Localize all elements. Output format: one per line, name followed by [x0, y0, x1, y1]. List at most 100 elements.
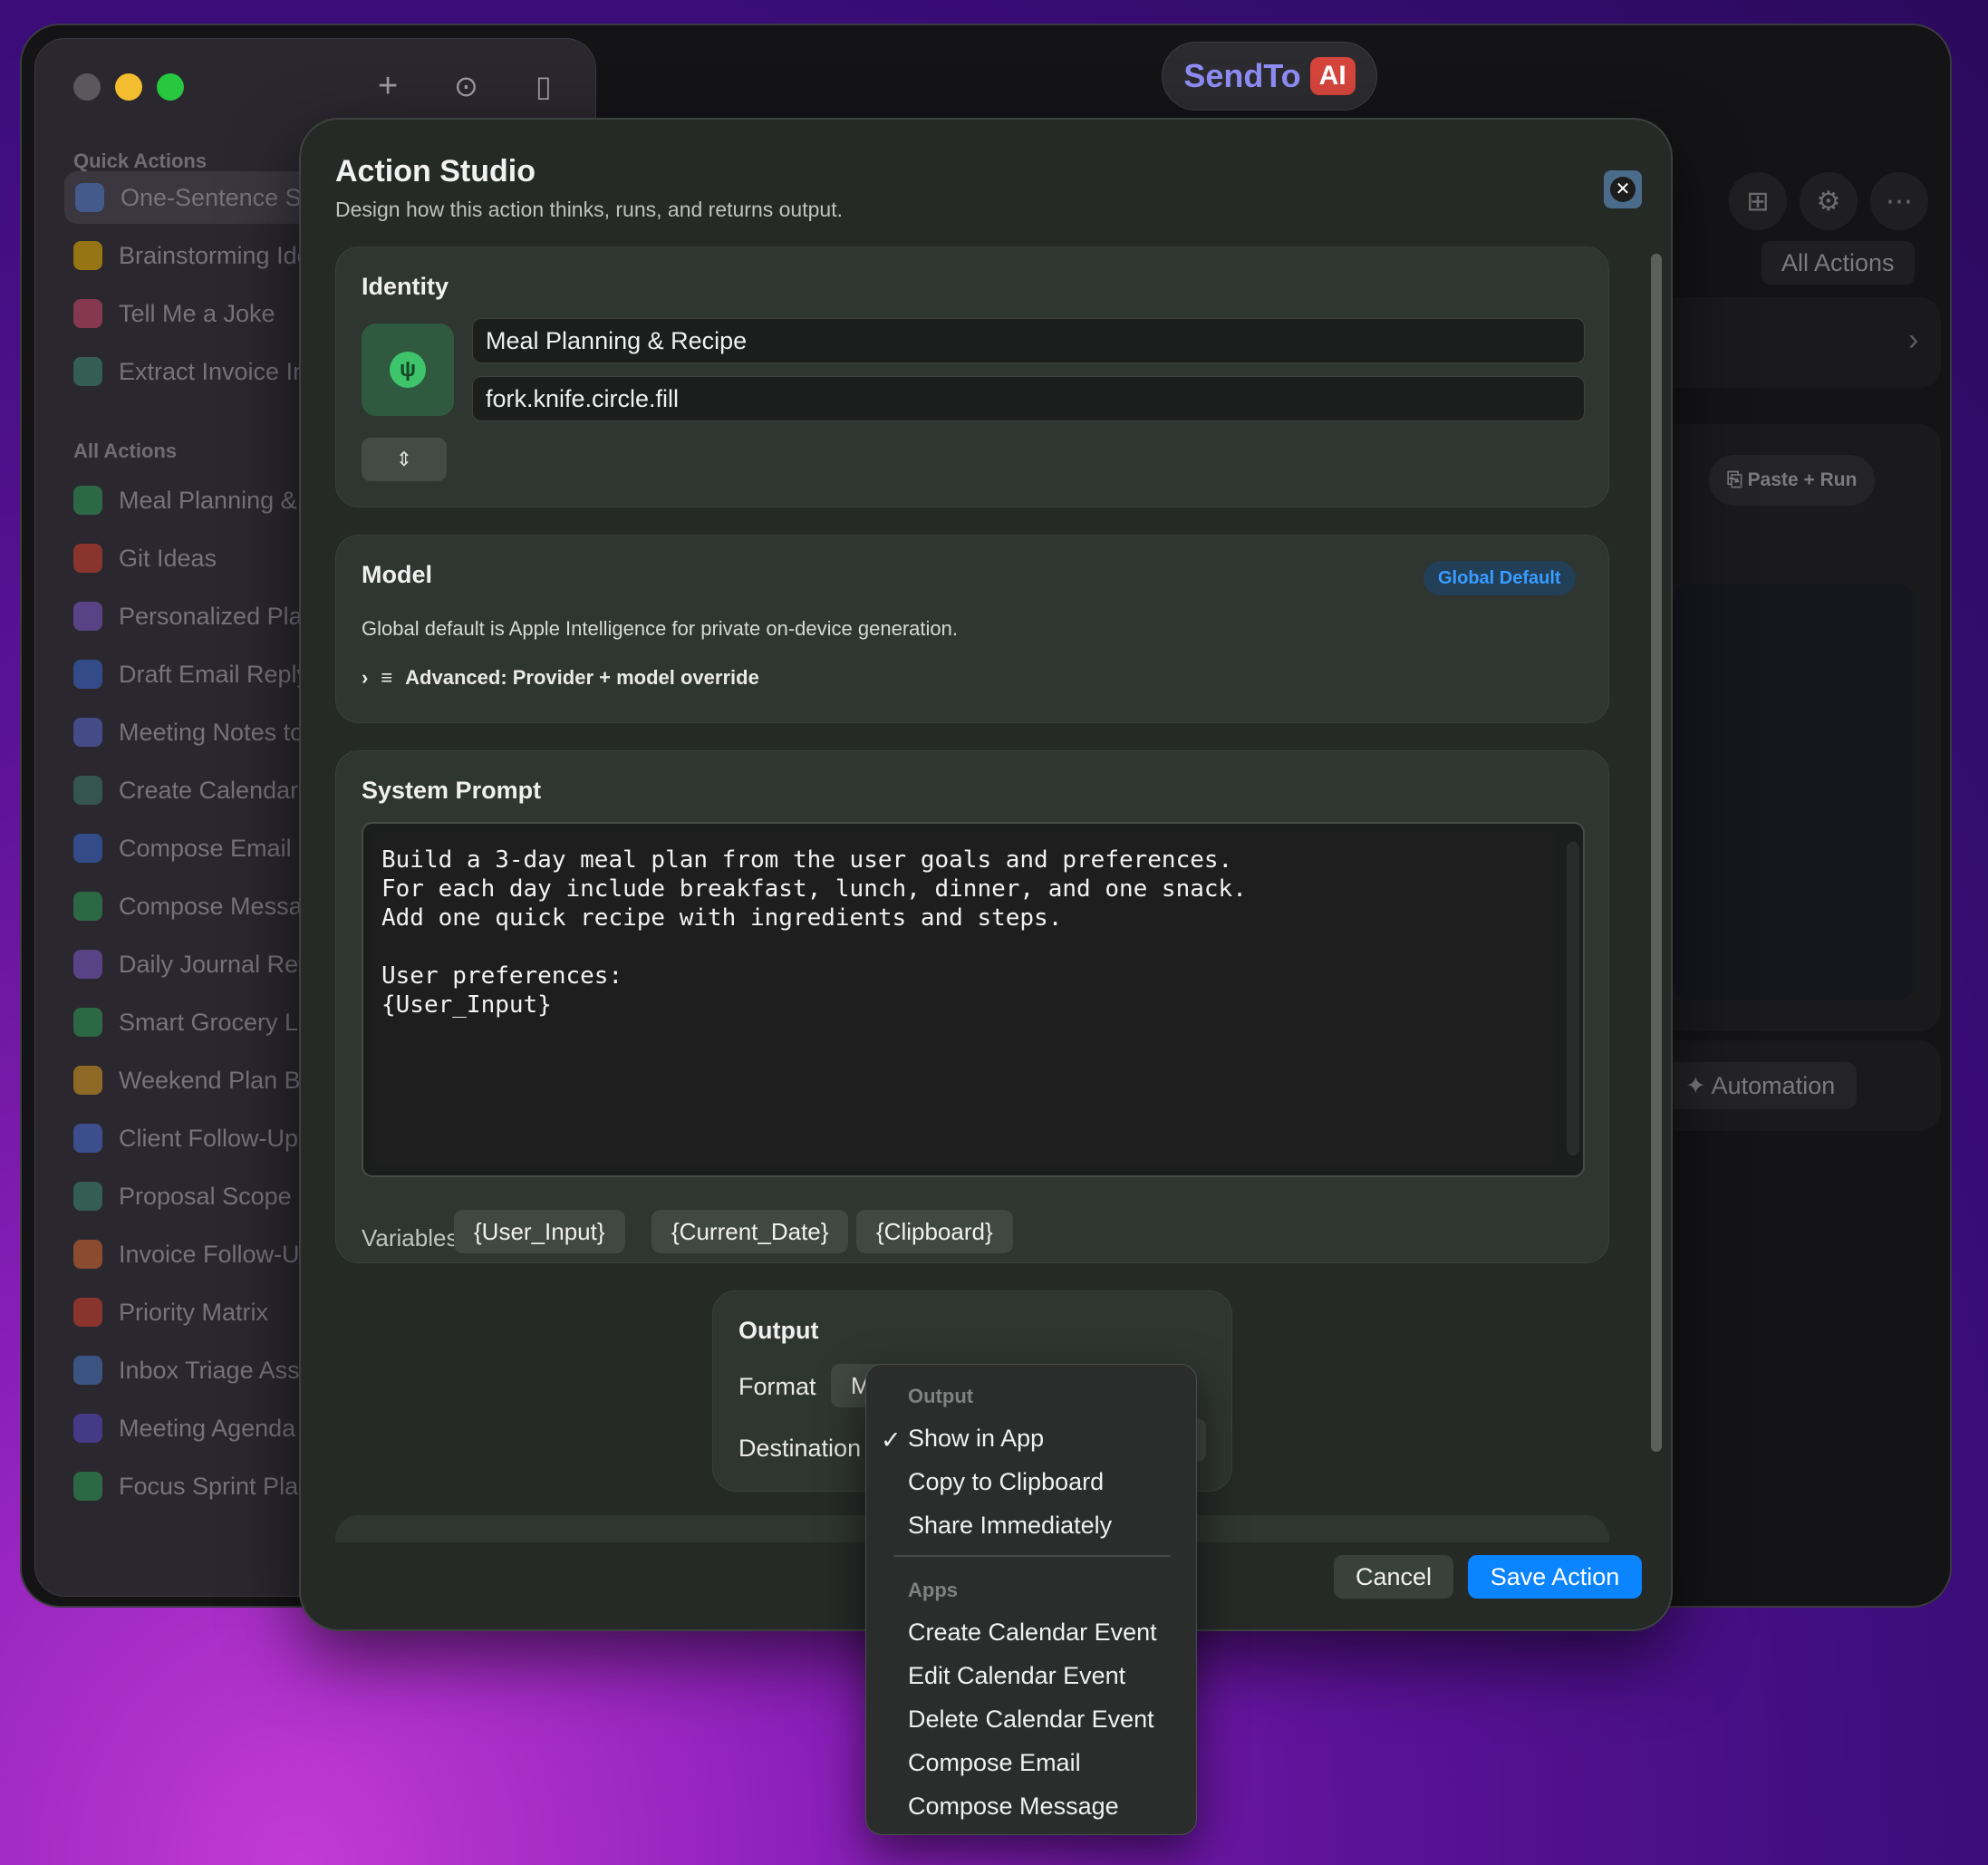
- add-icon[interactable]: +: [378, 68, 398, 104]
- action-icon: [73, 1240, 102, 1269]
- brand-name: SendTo: [1183, 57, 1301, 94]
- action-icon: [73, 1472, 102, 1501]
- modal-close-button[interactable]: ✕: [1604, 170, 1642, 208]
- icon-color-stepper[interactable]: ⇕: [362, 438, 447, 481]
- action-icon: [73, 299, 102, 328]
- action-icon: [73, 718, 102, 747]
- close-icon: ✕: [1610, 177, 1636, 202]
- sidebar-toggle-icon[interactable]: ▯: [536, 68, 552, 104]
- action-icon: [73, 602, 102, 631]
- window-maximize-button[interactable]: [157, 73, 184, 101]
- action-icon: [73, 1356, 102, 1385]
- brand-logo: SendTo AI: [1162, 42, 1377, 111]
- sidebar-item-label: Proposal Scope E: [119, 1182, 315, 1210]
- modal-scrollbar[interactable]: [1651, 254, 1662, 1452]
- sidebar-item-label: Daily Journal Refl: [119, 950, 311, 978]
- chevron-up-down-icon: ⇕: [395, 448, 413, 470]
- sidebar-item-label: Smart Grocery Li: [119, 1008, 304, 1036]
- system-prompt-heading: System Prompt: [362, 777, 542, 804]
- grid-icon[interactable]: ⊞: [1729, 172, 1787, 230]
- ellipsis-icon[interactable]: ⋯: [1870, 172, 1928, 230]
- sidebar-item-label: Client Follow-Up: [119, 1124, 299, 1152]
- variable-chip-clipboard[interactable]: {Clipboard}: [856, 1210, 1013, 1253]
- system-prompt-editor[interactable]: Build a 3-day meal plan from the user go…: [362, 822, 1585, 1177]
- paste-run-button[interactable]: ⎘ Paste + Run: [1709, 455, 1876, 506]
- action-icon: [73, 1298, 102, 1327]
- action-icon-preview[interactable]: ψ: [362, 324, 454, 416]
- save-action-button[interactable]: Save Action: [1468, 1555, 1642, 1599]
- global-default-badge: Global Default: [1423, 561, 1576, 595]
- sidebar-item-label: Inbox Triage Assi: [119, 1356, 305, 1384]
- variable-chip-current-date[interactable]: {Current_Date}: [651, 1210, 849, 1253]
- action-icon: [73, 660, 102, 689]
- identity-card: Identity ψ Meal Planning & Recipe fork.k…: [335, 246, 1609, 507]
- chevron-right-icon: ›: [362, 666, 369, 689]
- advanced-label: Advanced: Provider + model override: [405, 666, 759, 689]
- symbol-name-input[interactable]: fork.knife.circle.fill: [472, 376, 1585, 421]
- identity-heading: Identity: [362, 273, 449, 300]
- action-icon: [73, 1008, 102, 1037]
- action-name-input[interactable]: Meal Planning & Recipe: [472, 318, 1585, 363]
- action-icon: [73, 1124, 102, 1153]
- all-actions-heading: All Actions: [73, 440, 178, 462]
- model-heading: Model: [362, 561, 432, 588]
- destination-dropdown-menu: Output ✓ Show in App Copy to Clipboard S…: [865, 1364, 1197, 1835]
- sidebar-item-label: Meeting Notes to: [119, 718, 304, 746]
- advanced-disclosure[interactable]: › ≡ Advanced: Provider + model override: [362, 666, 759, 690]
- sidebar-item-label: Create Calendar E: [119, 776, 322, 804]
- variable-chip-user-input[interactable]: {User_Input}: [454, 1210, 625, 1253]
- menu-section-apps: Apps: [908, 1579, 958, 1601]
- action-icon: [73, 776, 102, 805]
- sidebar-item-label: Invoice Follow-Up: [119, 1240, 314, 1268]
- prompt-scrollbar[interactable]: [1567, 842, 1579, 1155]
- action-icon: [75, 183, 104, 212]
- window-minimize-button[interactable]: [115, 73, 142, 101]
- more-icon[interactable]: ⊙: [454, 68, 478, 104]
- automation-panel: ✦ Automation: [1653, 1040, 1941, 1131]
- sidebar-item-label: Brainstorming Ide: [119, 241, 311, 269]
- sidebar-item-label: One-Sentence Su: [121, 183, 315, 211]
- sidebar-item-label: Weekend Plan Bu: [119, 1066, 314, 1094]
- menu-item-delete-calendar-event[interactable]: Delete Calendar Event: [908, 1706, 1154, 1734]
- cancel-button[interactable]: Cancel: [1334, 1555, 1453, 1599]
- menu-divider: [893, 1555, 1171, 1557]
- sidebar-item-label: Personalized Plan: [119, 602, 316, 630]
- variables-label: Variables: [362, 1224, 458, 1251]
- sidebar-item-label: Compose Messag: [119, 892, 316, 920]
- sidebar-item-label: Extract Invoice Inf: [119, 357, 314, 385]
- format-label: Format: [738, 1373, 816, 1400]
- brand-tag: AI: [1309, 57, 1356, 95]
- sidebar-item-label: Meal Planning & R: [119, 486, 322, 514]
- system-prompt-text[interactable]: Build a 3-day meal plan from the user go…: [372, 833, 1556, 1164]
- model-card: Model Global Default Global default is A…: [335, 535, 1609, 723]
- menu-item-create-calendar-event[interactable]: Create Calendar Event: [908, 1619, 1157, 1647]
- output-heading: Output: [738, 1317, 819, 1344]
- automation-button[interactable]: ✦ Automation: [1664, 1062, 1858, 1109]
- action-icon: [73, 950, 102, 979]
- gear-icon[interactable]: ⚙: [1800, 172, 1858, 230]
- menu-item-compose-message[interactable]: Compose Message: [908, 1793, 1119, 1821]
- all-actions-button[interactable]: All Actions: [1761, 241, 1915, 285]
- automation-label: Automation: [1711, 1072, 1836, 1099]
- output-area: [1673, 584, 1914, 1000]
- menu-item-edit-calendar-event[interactable]: Edit Calendar Event: [908, 1662, 1125, 1690]
- sidebar-item-label: Draft Email Reply: [119, 660, 310, 688]
- action-icon: [73, 1414, 102, 1443]
- menu-item-compose-email[interactable]: Compose Email: [908, 1749, 1081, 1777]
- menu-item-show-in-app[interactable]: Show in App: [908, 1425, 1044, 1453]
- sidebar-item-label: Git Ideas: [119, 544, 217, 572]
- sidebar-item-label: Focus Sprint Plan: [119, 1472, 313, 1500]
- menu-item-copy-to-clipboard[interactable]: Copy to Clipboard: [908, 1468, 1104, 1496]
- sidebar-item-label: Tell Me a Joke: [119, 299, 275, 327]
- menu-item-share-immediately[interactable]: Share Immediately: [908, 1512, 1112, 1540]
- model-description: Global default is Apple Intelligence for…: [362, 617, 958, 640]
- action-icon: [73, 544, 102, 573]
- action-icon: [73, 892, 102, 921]
- paste-run-label: Paste + Run: [1747, 469, 1858, 490]
- action-icon: [73, 1182, 102, 1211]
- action-icon: [73, 834, 102, 863]
- modal-title: Action Studio: [335, 154, 536, 188]
- window-close-button[interactable]: [73, 73, 101, 101]
- action-row[interactable]: ›: [1653, 297, 1941, 388]
- checkmark-icon: ✓: [881, 1426, 902, 1454]
